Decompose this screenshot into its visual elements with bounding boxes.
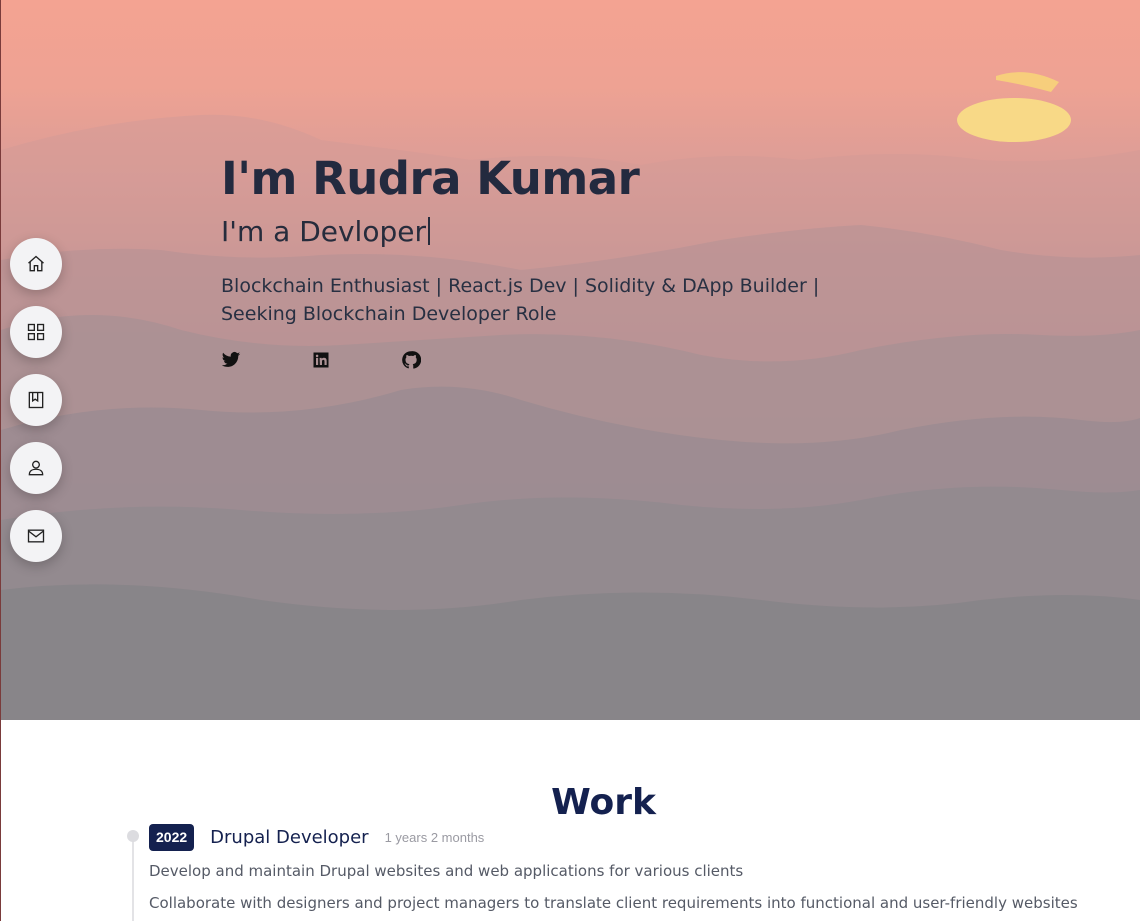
github-link[interactable] [401,350,421,370]
nav-contact-button[interactable] [10,510,62,562]
hero-section: I'm Rudra Kumar I'm a Devloper Blockchai… [1,0,1140,720]
sun-shape [957,72,1071,142]
page: I'm Rudra Kumar I'm a Devloper Blockchai… [0,0,1140,921]
nav-projects-button[interactable] [10,306,62,358]
job-description-line: Develop and maintain Drupal websites and… [149,862,744,880]
twitter-icon [221,352,241,367]
home-icon [28,255,44,272]
social-links [221,350,921,370]
year-badge: 2022 [149,824,195,851]
work-heading: Work [551,782,656,823]
timeline-line [132,836,134,921]
nav-home-button[interactable] [10,238,62,290]
typed-role-text: I'm a Devloper [221,215,426,248]
job-duration: 1 years 2 months [384,830,485,845]
job-header: 2022 Drupal Developer 1 years 2 months [149,824,484,851]
timeline-dot [127,830,139,842]
nav-work-button[interactable] [10,374,62,426]
bookmark-board-icon [28,391,44,409]
hero-content: I'm Rudra Kumar I'm a Devloper Blockchai… [221,150,921,370]
grid-icon [27,323,45,341]
hero-title: I'm Rudra Kumar [221,152,640,205]
hero-description: Blockchain Enthusiast | React.js Dev | S… [221,275,820,325]
job-title: Drupal Developer [210,827,369,848]
linkedin-icon [313,352,329,368]
typed-role: I'm a Devloper [221,212,921,252]
typing-cursor [427,217,430,245]
job-description-line: Collaborate with designers and project m… [149,894,1078,912]
twitter-link[interactable] [221,350,241,370]
user-icon [28,460,44,476]
linkedin-link[interactable] [311,350,331,370]
github-icon [402,351,421,369]
side-navigation [10,238,62,562]
nav-about-button[interactable] [10,442,62,494]
mail-icon [27,529,45,543]
